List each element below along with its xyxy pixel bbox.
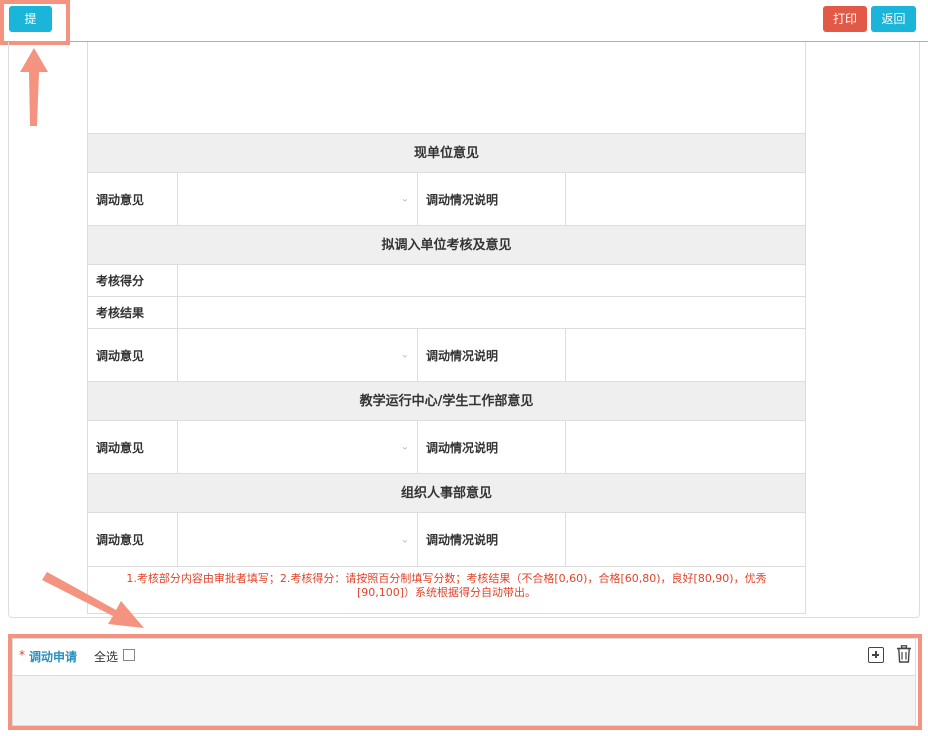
chevron-down-icon: ⌄: [400, 193, 409, 205]
blank-area: [88, 42, 805, 134]
arrow-down-right-annotation: [42, 572, 144, 628]
bottom-highlight-box: [8, 634, 922, 730]
form-row: 考核结果: [88, 297, 805, 329]
section-header-hr-department: 组织人事部意见: [88, 474, 805, 513]
field-label: 调动情况说明: [418, 513, 566, 566]
section-header-teaching-center: 教学运行中心/学生工作部意见: [88, 382, 805, 421]
form-row: 考核得分: [88, 265, 805, 297]
transfer-opinion-select[interactable]: ⌄: [178, 513, 418, 566]
form-row: 调动意见 ⌄ 调动情况说明: [88, 513, 805, 567]
transfer-opinion-select[interactable]: ⌄: [178, 421, 418, 473]
toolbar: 提交 打印 返回: [0, 0, 928, 52]
transfer-description-input[interactable]: [566, 421, 805, 473]
note-line-1: 1.考核部分内容由审批者填写；2.考核得分：请按照百分制填写分数；考核结果（不合…: [126, 572, 767, 585]
field-label: 调动意见: [88, 421, 178, 473]
form-row: 调动意见 ⌄ 调动情况说明: [88, 173, 805, 226]
note-line-2: [90,100]）系统根据得分自动带出。: [356, 586, 537, 599]
field-label: 调动情况说明: [418, 173, 566, 225]
section-title: 拟调入单位考核及意见: [381, 238, 512, 253]
form-row: 调动意见 ⌄ 调动情况说明: [88, 421, 805, 474]
transfer-description-input[interactable]: [566, 513, 805, 566]
section-header-target-unit: 拟调入单位考核及意见: [88, 226, 805, 265]
transfer-opinion-select[interactable]: ⌄: [178, 329, 418, 381]
back-button[interactable]: 返回: [871, 6, 916, 32]
section-title: 组织人事部意见: [400, 486, 492, 501]
form-row: 调动意见 ⌄ 调动情况说明: [88, 329, 805, 382]
field-label: 调动意见: [88, 513, 178, 566]
field-label: 调动意见: [88, 329, 178, 381]
transfer-description-input[interactable]: [566, 329, 805, 381]
print-button[interactable]: 打印: [823, 6, 867, 32]
approval-form-table: 现单位意见 调动意见 ⌄ 调动情况说明 拟调入单位考核及意见 考核得分 考核结果…: [87, 42, 806, 614]
field-label: 考核得分: [88, 265, 178, 296]
field-label: 考核结果: [88, 297, 178, 328]
section-title: 现单位意见: [413, 146, 479, 161]
section-header-current-unit: 现单位意见: [88, 134, 805, 173]
chevron-down-icon: ⌄: [400, 534, 409, 545]
field-label: 调动意见: [88, 173, 178, 225]
chevron-down-icon: ⌄: [400, 441, 409, 453]
transfer-opinion-select[interactable]: ⌄: [178, 173, 418, 225]
chevron-down-icon: ⌄: [400, 349, 409, 361]
assessment-score-input[interactable]: [178, 265, 805, 296]
assessment-result-field[interactable]: [178, 297, 805, 328]
transfer-description-input[interactable]: [566, 173, 805, 225]
form-note: 1.考核部分内容由审批者填写；2.考核得分：请按照百分制填写分数；考核结果（不合…: [88, 572, 805, 600]
section-title: 教学运行中心/学生工作部意见: [359, 394, 534, 409]
field-label: 调动情况说明: [418, 421, 566, 473]
submit-highlight-box: [0, 0, 70, 45]
field-label: 调动情况说明: [418, 329, 566, 381]
page: 提交 打印 返回 现单位意见 调动意见 ⌄ 调动情况说明 拟调入单位考核及意见 …: [0, 0, 928, 736]
